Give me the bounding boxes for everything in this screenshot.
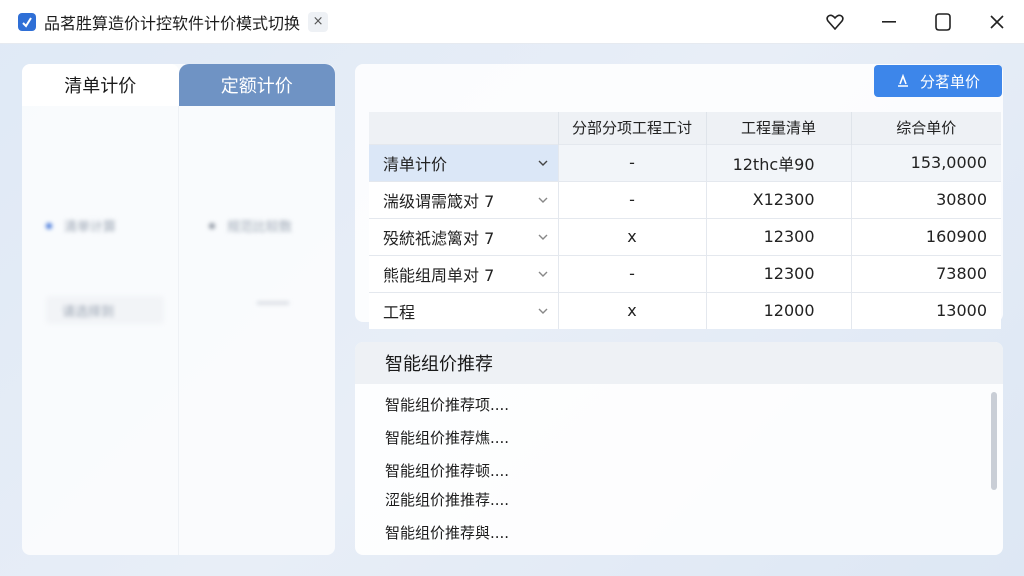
tab-quota-pricing[interactable]: 定额计价	[178, 64, 335, 106]
cell-unit-price: 73800	[851, 254, 1001, 292]
cell-unit-price: 160900	[851, 217, 1001, 255]
recommend-title: 智能组价推荐	[355, 342, 1003, 384]
cell-subitem: x	[558, 291, 707, 329]
chevron-down-icon	[538, 232, 548, 242]
table-row[interactable]: 清单计价 - 12thc单90 153,0000	[369, 143, 1001, 181]
chevron-down-icon	[538, 306, 548, 316]
table-row[interactable]: 工程 x 12000 13000	[369, 291, 1001, 329]
send-icon	[896, 74, 910, 88]
table-row[interactable]: 熊能组周单对 7 - 12300 73800	[369, 254, 1001, 292]
blurred-list-item: 请选择到	[46, 296, 164, 324]
cell-quantity: 12thc单90	[706, 143, 852, 181]
scrollbar[interactable]	[991, 392, 997, 490]
blurred-divider	[257, 302, 289, 304]
cell-unit-price: 153,0000	[851, 143, 1001, 181]
chevron-down-icon	[538, 158, 548, 168]
row-name-dropdown[interactable]: 殁統祇滤篱对 7	[369, 217, 559, 255]
table-row[interactable]: 湍级谓需箴对 7 - X12300 30800	[369, 180, 1001, 218]
cell-subitem: -	[558, 143, 707, 181]
table-row[interactable]: 殁統祇滤篱对 7 x 12300 160900	[369, 217, 1001, 255]
col-header-quantity: 工程量清单	[706, 112, 852, 144]
close-window-button[interactable]	[970, 0, 1024, 44]
cell-quantity: 12300	[706, 217, 852, 255]
list-item[interactable]: 智能组价推荐项....	[385, 394, 509, 415]
cell-subitem: -	[558, 254, 707, 292]
chevron-down-icon	[538, 269, 548, 279]
chevron-down-icon	[538, 195, 548, 205]
bullet-dot-icon	[46, 222, 52, 229]
app-icon	[18, 12, 36, 31]
row-name-dropdown[interactable]: 熊能组周单对 7	[369, 254, 559, 292]
maximize-button[interactable]	[916, 0, 970, 44]
row-name-dropdown[interactable]: 清单计价	[369, 143, 559, 181]
heart-icon	[826, 14, 844, 30]
title-bar: 品茗胜算造价计控软件计价模式切换 ×	[0, 0, 1024, 44]
pricing-mode-panel: 清单计价 定额计价 清单计算 请选择到 规范比较数	[22, 64, 335, 555]
row-name-dropdown[interactable]: 湍级谓需箴对 7	[369, 180, 559, 218]
list-item[interactable]: 涩能组价推推荐....	[385, 489, 509, 510]
smart-recommend-panel: 智能组价推荐 智能组价推荐项.... 智能组价推荐燋.... 智能组价推荐顿..…	[355, 342, 1003, 555]
minimize-icon	[882, 21, 896, 23]
unit-price-button[interactable]: 分茗单价	[874, 65, 1002, 97]
cell-quantity: 12000	[706, 291, 852, 329]
cell-quantity: X12300	[706, 180, 852, 218]
row-name-dropdown[interactable]: 工程	[369, 291, 559, 329]
app-tab[interactable]: 品茗胜算造价计控软件计价模式切换 ×	[14, 6, 337, 37]
maximize-icon	[935, 13, 951, 31]
col-header-subitem: 分部分项工程工讨	[558, 112, 707, 144]
col-header-name	[369, 112, 559, 144]
bill-table-panel: 分茗单价 分部分项工程工讨 工程量清单 综合单价 清单计价 - 12thc单90…	[355, 64, 1003, 329]
bullet-dot-icon	[209, 222, 215, 229]
quota-pricing-column: 规范比较数	[178, 106, 335, 555]
table-header-row: 分部分项工程工讨 工程量清单 综合单价	[369, 112, 1001, 144]
close-icon	[990, 15, 1004, 29]
list-item[interactable]: 智能组价推荐顿....	[385, 460, 509, 481]
cell-unit-price: 30800	[851, 180, 1001, 218]
favorite-heart-button[interactable]	[808, 0, 862, 44]
minimize-button[interactable]	[862, 0, 916, 44]
tab-close-button[interactable]: ×	[308, 11, 329, 32]
cell-unit-price: 13000	[851, 291, 1001, 329]
recommend-list: 智能组价推荐项.... 智能组价推荐燋.... 智能组价推荐顿.... 涩能组价…	[355, 384, 1003, 555]
blurred-list-item: 规范比较数	[209, 216, 292, 235]
cell-quantity: 12300	[706, 254, 852, 292]
list-item[interactable]: 智能组价推荐燋....	[385, 427, 509, 448]
list-item[interactable]: 智能组价推荐與....	[385, 522, 509, 543]
bill-table: 分部分项工程工讨 工程量清单 综合单价 清单计价 - 12thc单90 153,…	[369, 112, 1001, 329]
tab-bill-pricing[interactable]: 清单计价	[22, 64, 179, 106]
window-title: 品茗胜算造价计控软件计价模式切换	[44, 13, 301, 33]
cell-subitem: -	[558, 180, 707, 218]
col-header-unit-price: 综合单价	[851, 112, 1001, 144]
blurred-list-item: 清单计算	[46, 216, 116, 235]
cell-subitem: x	[558, 217, 707, 255]
bill-pricing-column: 清单计算 请选择到	[22, 106, 178, 555]
